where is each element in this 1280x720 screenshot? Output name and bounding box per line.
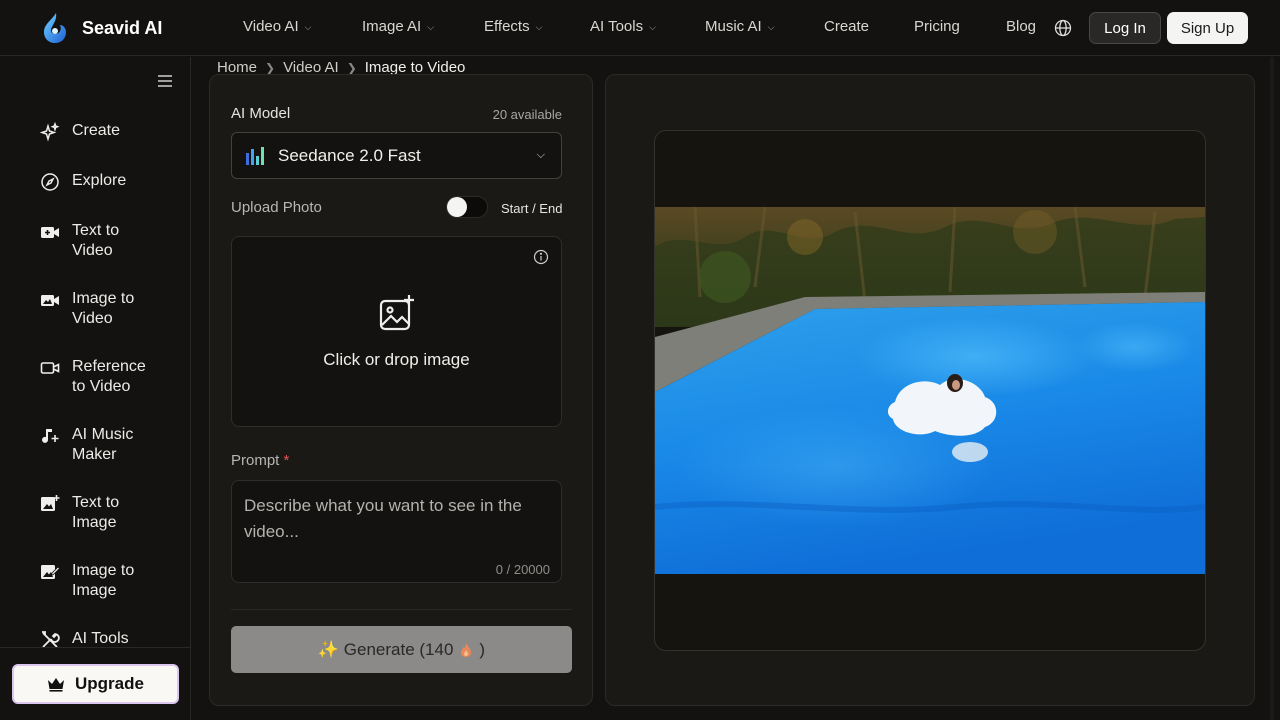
required-marker: *	[283, 452, 290, 469]
chevron-down-icon: ⌵	[535, 22, 543, 32]
video-plus-icon	[41, 227, 59, 238]
image-dropzone[interactable]: Click or drop image	[231, 236, 562, 427]
chevron-down-icon: ⌵	[427, 22, 435, 32]
generate-suffix: )	[479, 639, 486, 659]
toggle-knob	[447, 197, 467, 217]
sidebar-item-label: Text to Video	[72, 222, 120, 259]
menu-icon[interactable]	[158, 75, 172, 87]
nav-label: Music AI	[705, 18, 762, 35]
nav-pricing[interactable]: Pricing	[914, 18, 960, 35]
prompt-label: Prompt *	[231, 452, 289, 469]
image-plus-icon	[41, 495, 60, 511]
top-navbar: Seavid AI Video AI ⌵ Image AI ⌵ Effects ⌵ A…	[0, 0, 1280, 56]
login-button[interactable]: Log In	[1089, 12, 1161, 44]
upload-label: Upload Photo	[231, 199, 322, 216]
model-count: 20 available	[492, 107, 562, 122]
model-selected-value: Seedance 2.0 Fast	[278, 145, 421, 165]
form-divider	[231, 609, 572, 610]
nav-music-ai[interactable]: Music AI ⌵	[705, 18, 775, 35]
chevron-down-icon: ⌵	[767, 22, 775, 32]
sidebar-item-label: Image to Video	[72, 290, 135, 327]
pool-preview-image[interactable]	[655, 207, 1205, 574]
page-scrollbar[interactable]	[1270, 57, 1274, 720]
sidebar-item-label: AI Music Maker	[72, 426, 134, 463]
prompt-char-counter: 0 / 20000	[495, 562, 550, 577]
nav-create[interactable]: Create	[824, 18, 869, 35]
chevron-down-icon: ⌵	[304, 22, 312, 32]
nav-ai-tools[interactable]: AI Tools ⌵	[590, 18, 656, 35]
start-end-toggle[interactable]	[446, 196, 488, 218]
sidebar: Create Explore Text to Video Image to Vi…	[0, 57, 191, 720]
sidebar-item-label: Create	[72, 122, 121, 139]
logo-icon	[44, 13, 66, 43]
upgrade-label: Upgrade	[75, 674, 144, 693]
sidebar-item-image-to-video[interactable]: Image to Video	[40, 289, 162, 329]
crown-icon	[48, 678, 65, 692]
sparkle-icon	[40, 122, 60, 142]
chevron-down-icon: ⌵	[649, 22, 656, 32]
credit-flame-icon	[461, 642, 472, 657]
nav-label: Blog	[1006, 18, 1037, 35]
model-label: AI Model	[231, 105, 291, 122]
brand-logo[interactable]: Seavid AI	[42, 12, 162, 44]
preview-frame	[654, 130, 1206, 651]
camera-icon	[40, 362, 60, 374]
brand-name: Seavid AI	[82, 17, 163, 38]
chevron-down-icon: ⌵	[536, 149, 545, 161]
sidebar-item-text-to-image[interactable]: Text to Image	[40, 493, 162, 533]
nav-image-ai[interactable]: Image AI ⌵	[362, 18, 434, 35]
generation-form-panel: AI Model 20 available Seedance 2.0 Fast …	[209, 74, 593, 706]
image-video-icon	[41, 295, 59, 306]
nav-label: Image AI	[362, 18, 422, 35]
sidebar-item-label: AI Tools	[72, 630, 129, 647]
sidebar-item-label: Explore	[72, 172, 127, 189]
sidebar-item-text-to-video[interactable]: Text to Video	[40, 221, 162, 261]
nav-label: Create	[824, 18, 870, 35]
nav-blog[interactable]: Blog	[1006, 18, 1036, 35]
sidebar-item-reference-to-video[interactable]: Reference to Video	[40, 357, 162, 397]
toggle-label: Start / End	[501, 201, 563, 216]
prompt-label-text: Prompt	[231, 452, 280, 469]
sidebar-item-image-to-image[interactable]: Image to Image	[40, 561, 162, 601]
info-icon[interactable]	[533, 249, 549, 265]
nav-label: Pricing	[914, 18, 960, 35]
sidebar-item-label: Text to Image	[72, 494, 120, 531]
prompt-textarea[interactable]: Describe what you want to see in the vid…	[231, 480, 562, 583]
model-logo-icon	[246, 146, 264, 165]
image-upload-icon	[379, 295, 414, 331]
model-select[interactable]: Seedance 2.0 Fast ⌵	[231, 132, 562, 179]
globe-icon[interactable]	[1054, 19, 1072, 37]
dropzone-text: Click or drop image	[323, 350, 470, 369]
signup-button[interactable]: Sign Up	[1167, 12, 1248, 44]
generate-label: ✨ Generate (140	[317, 639, 454, 659]
compass-icon	[41, 173, 59, 191]
chevron-right-icon: ❯	[265, 60, 276, 75]
sidebar-item-label: Reference to Video	[72, 358, 146, 395]
sidebar-item-explore[interactable]: Explore	[40, 171, 162, 192]
nav-effects[interactable]: Effects ⌵	[484, 18, 542, 35]
sidebar-divider	[0, 647, 191, 648]
preview-panel	[605, 74, 1255, 706]
music-plus-icon	[42, 429, 59, 443]
upgrade-button[interactable]: Upgrade	[12, 664, 179, 704]
prompt-placeholder: Describe what you want to see in the vid…	[244, 496, 522, 541]
nav-label: AI Tools	[590, 18, 644, 35]
sidebar-item-ai-music-maker[interactable]: AI Music Maker	[40, 425, 162, 465]
chevron-right-icon: ❯	[346, 60, 357, 75]
generate-button[interactable]: ✨ Generate (140 )	[231, 626, 572, 673]
image-edit-icon	[41, 565, 60, 579]
nav-label: Video AI	[243, 18, 299, 35]
nav-label: Effects	[484, 18, 530, 35]
sidebar-item-label: Image to Image	[72, 562, 135, 599]
sidebar-item-create[interactable]: Create	[40, 121, 162, 142]
nav-video-ai[interactable]: Video AI ⌵	[243, 18, 311, 35]
